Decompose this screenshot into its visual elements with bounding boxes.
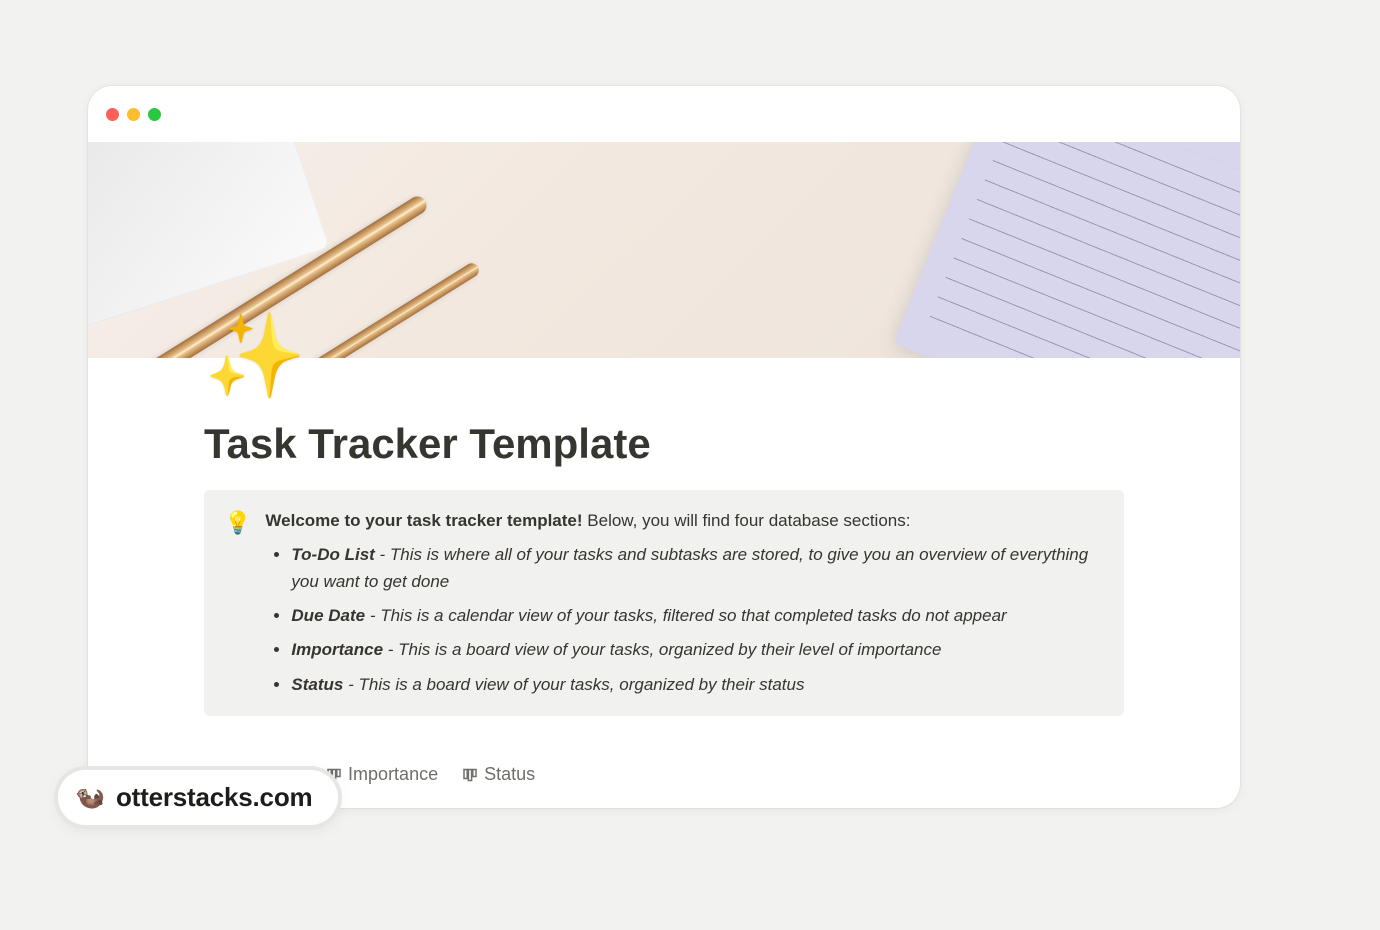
window-titlebar bbox=[88, 86, 1240, 142]
item-desc: - This is where all of your tasks and su… bbox=[291, 545, 1088, 590]
item-name: Importance bbox=[291, 640, 383, 659]
window-maximize-button[interactable] bbox=[148, 108, 161, 121]
board-icon bbox=[462, 767, 478, 783]
callout-list: To-Do List - This is where all of your t… bbox=[265, 542, 1100, 698]
item-desc: - This is a board view of your tasks, or… bbox=[343, 675, 804, 694]
brand-badge[interactable]: 🦦 otterstacks.com bbox=[58, 770, 338, 825]
item-desc: - This is a board view of your tasks, or… bbox=[383, 640, 941, 659]
brand-text: otterstacks.com bbox=[116, 782, 312, 813]
callout-intro-bold: Welcome to your task tracker template! bbox=[265, 511, 582, 530]
item-desc: - This is a calendar view of your tasks,… bbox=[365, 606, 1007, 625]
tab-importance[interactable]: Importance bbox=[326, 764, 438, 785]
list-item: To-Do List - This is where all of your t… bbox=[291, 542, 1100, 595]
app-window: ✨ Task Tracker Template 💡 Welcome to you… bbox=[88, 86, 1240, 808]
lightbulb-icon: 💡 bbox=[224, 508, 251, 698]
list-item: Due Date - This is a calendar view of yo… bbox=[291, 603, 1100, 629]
page-content: Task Tracker Template 💡 Welcome to your … bbox=[88, 358, 1240, 785]
cover-decoration bbox=[893, 142, 1240, 358]
list-item: Importance - This is a board view of you… bbox=[291, 637, 1100, 663]
list-item: Status - This is a board view of your ta… bbox=[291, 672, 1100, 698]
otter-icon: 🦦 bbox=[76, 784, 104, 812]
window-close-button[interactable] bbox=[106, 108, 119, 121]
database-view-tabs: Due Date Importance Status bbox=[204, 764, 1240, 785]
tab-status[interactable]: Status bbox=[462, 764, 535, 785]
page-title[interactable]: Task Tracker Template bbox=[204, 420, 1240, 468]
item-name: Due Date bbox=[291, 606, 365, 625]
callout-intro-rest: Below, you will find four database secti… bbox=[583, 511, 911, 530]
callout-body: Welcome to your task tracker template! B… bbox=[265, 508, 1100, 698]
tab-label: Status bbox=[484, 764, 535, 785]
sparkles-icon[interactable]: ✨ bbox=[204, 316, 306, 398]
item-name: To-Do List bbox=[291, 545, 374, 564]
window-minimize-button[interactable] bbox=[127, 108, 140, 121]
tab-label: Importance bbox=[348, 764, 438, 785]
item-name: Status bbox=[291, 675, 343, 694]
info-callout: 💡 Welcome to your task tracker template!… bbox=[204, 490, 1124, 716]
